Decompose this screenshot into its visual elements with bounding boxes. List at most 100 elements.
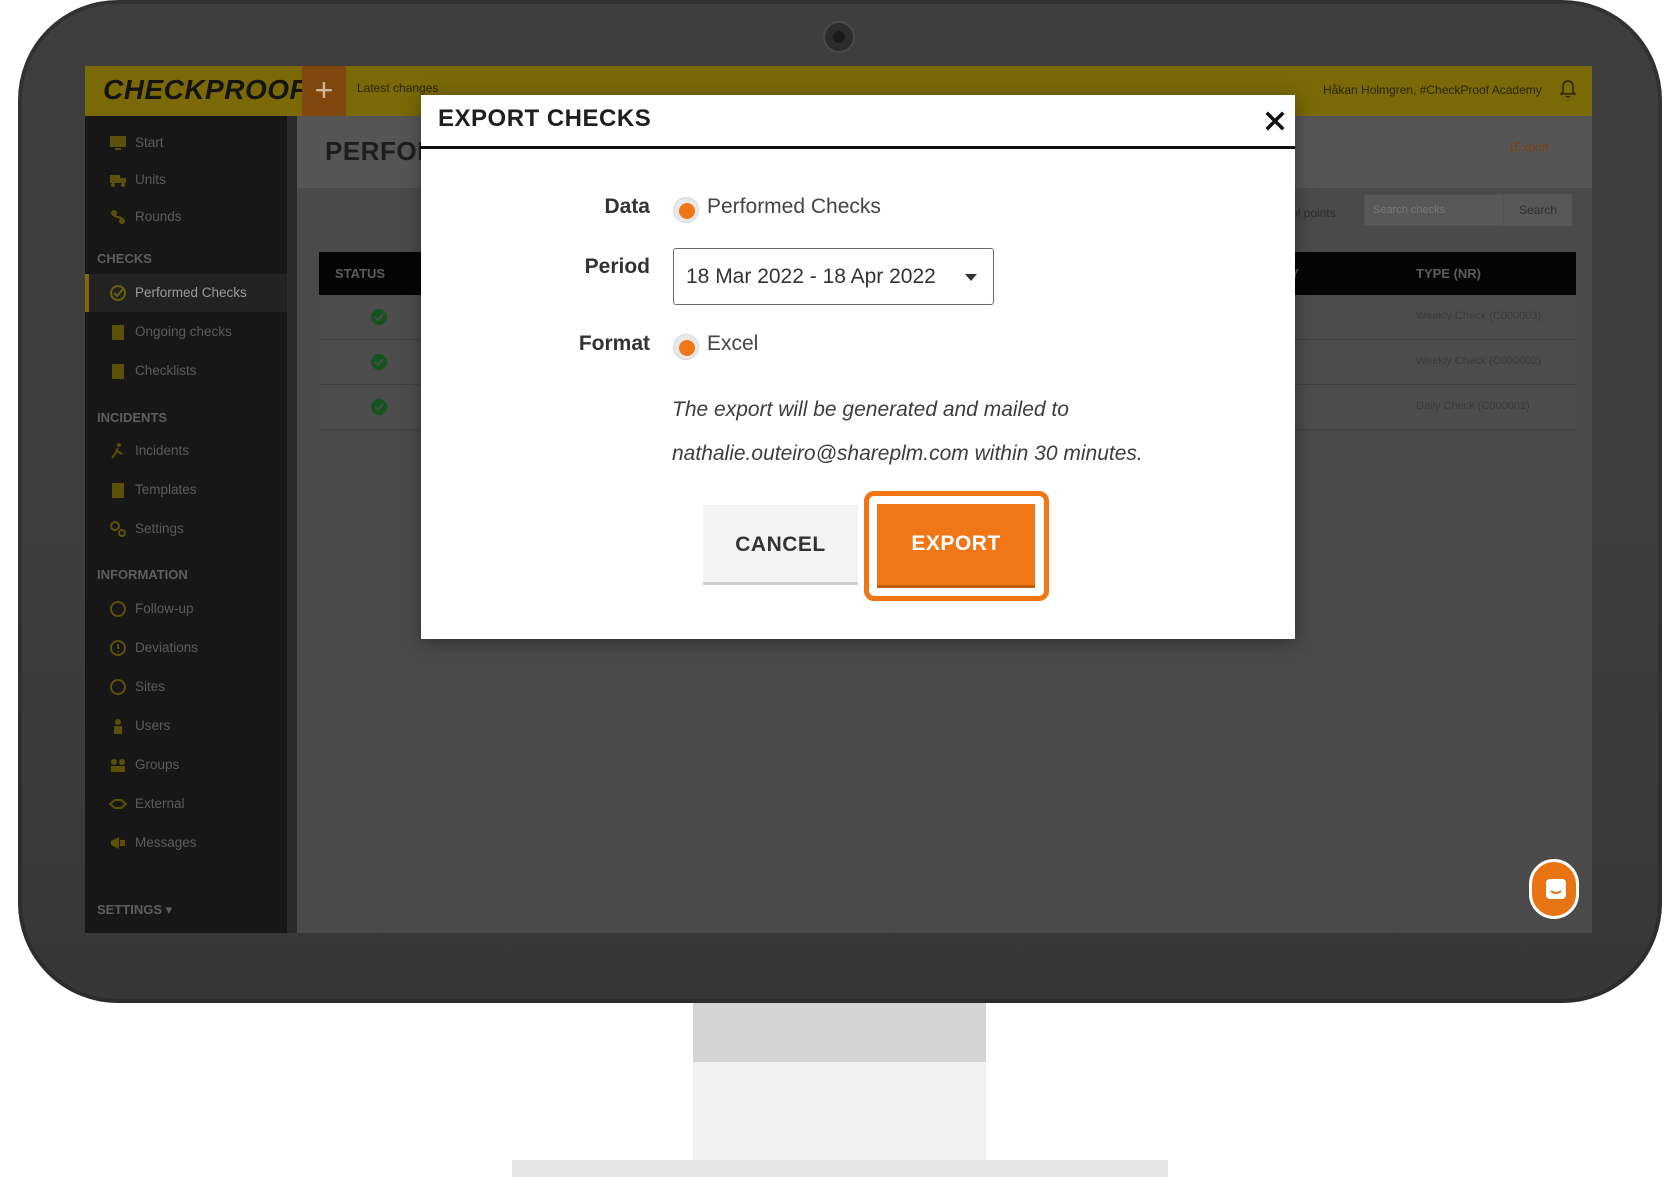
data-radio-label[interactable]: Performed Checks bbox=[707, 195, 881, 219]
check-status-icon bbox=[371, 354, 387, 370]
chevron-down-icon bbox=[965, 274, 977, 281]
data-label: Data bbox=[604, 195, 650, 218]
latest-changes-link[interactable]: Latest changes bbox=[357, 81, 438, 95]
sidebar-item-label: Start bbox=[135, 135, 164, 150]
group-icon bbox=[111, 759, 125, 772]
check-status-icon bbox=[371, 399, 387, 415]
add-button[interactable]: + bbox=[302, 66, 346, 116]
template-icon bbox=[112, 483, 124, 498]
data-radio-performed-checks[interactable] bbox=[673, 197, 699, 223]
cell-type: Daily Check (C000001) bbox=[1416, 400, 1530, 412]
bell-icon[interactable] bbox=[1560, 79, 1576, 99]
sidebar-item-label: Groups bbox=[135, 757, 180, 772]
sidebar-item-follow-up[interactable]: Follow-up bbox=[85, 590, 287, 628]
export-button[interactable]: EXPORT bbox=[877, 504, 1035, 588]
app-logo[interactable]: CHECKPROOF bbox=[103, 74, 307, 106]
sidebar-item-checklists[interactable]: Checklists bbox=[85, 352, 287, 390]
sidebar-item-label: Users bbox=[135, 718, 171, 733]
filters-bar: ol points Search checks Search bbox=[1291, 194, 1576, 240]
gears-icon bbox=[110, 521, 126, 537]
period-label: Period bbox=[584, 255, 650, 278]
sidebar-item-label: Follow-up bbox=[135, 601, 194, 616]
export-link-label: Export bbox=[1514, 140, 1549, 154]
monitor-icon bbox=[110, 136, 126, 150]
search-input[interactable]: Search checks bbox=[1364, 194, 1504, 226]
sidebar-section-checks: CHECKS bbox=[97, 251, 152, 266]
sidebar-item-label: Settings bbox=[135, 521, 184, 536]
checklist-icon bbox=[112, 364, 124, 379]
sidebar-item-settings[interactable]: Settings bbox=[85, 510, 287, 548]
sidebar-item-deviations[interactable]: Deviations bbox=[85, 629, 287, 667]
monitor-stand-base bbox=[512, 1160, 1168, 1177]
camera-icon bbox=[823, 21, 855, 53]
sidebar-item-label: Performed Checks bbox=[135, 285, 247, 300]
user-menu[interactable]: Håkan Holmgren, #CheckProof Academy bbox=[1323, 83, 1542, 97]
column-status[interactable]: STATUS bbox=[335, 266, 385, 281]
sidebar-item-groups[interactable]: Groups bbox=[85, 746, 287, 784]
stage: CHECKPROOF + Latest changes Håkan Holmgr… bbox=[0, 0, 1680, 1177]
handshake-icon bbox=[109, 799, 127, 809]
search-button[interactable]: Search bbox=[1504, 194, 1572, 226]
sidebar-item-label: External bbox=[135, 796, 185, 811]
sidebar: Start Units Rounds CHECKS Performed Chec… bbox=[85, 116, 287, 933]
format-radio-excel[interactable] bbox=[673, 334, 699, 360]
sidebar-item-ongoing-checks[interactable]: Ongoing checks bbox=[85, 313, 287, 351]
sidebar-item-label: Rounds bbox=[135, 209, 182, 224]
chevron-down-icon: ▾ bbox=[165, 902, 173, 917]
monitor-stand-neck bbox=[693, 1000, 986, 1062]
format-label: Format bbox=[578, 332, 650, 355]
search-placeholder: Search checks bbox=[1373, 204, 1446, 216]
sidebar-settings-toggle[interactable]: SETTINGS ▾ bbox=[97, 902, 172, 918]
dialog-title: EXPORT CHECKS bbox=[438, 105, 652, 132]
sidebar-item-users[interactable]: Users bbox=[85, 707, 287, 745]
sidebar-item-label: Units bbox=[135, 172, 166, 187]
period-value: 18 Mar 2022 - 18 Apr 2022 bbox=[686, 265, 936, 288]
sidebar-item-external[interactable]: External bbox=[85, 785, 287, 823]
sidebar-item-messages[interactable]: Messages bbox=[85, 824, 287, 862]
dialog-header: EXPORT CHECKS bbox=[421, 95, 1295, 149]
sidebar-item-label: Deviations bbox=[135, 640, 199, 655]
chat-icon bbox=[1546, 879, 1566, 899]
cell-type: Weekly Check (C000003) bbox=[1416, 310, 1542, 322]
export-note-line-1: The export will be generated and mailed … bbox=[672, 398, 1069, 421]
sidebar-item-sites[interactable]: Sites bbox=[85, 668, 287, 706]
column-type[interactable]: TYPE (NR) bbox=[1416, 266, 1481, 281]
period-dropdown[interactable]: 18 Mar 2022 - 18 Apr 2022 bbox=[673, 248, 994, 305]
globe-icon bbox=[110, 679, 126, 695]
sidebar-item-rounds[interactable]: Rounds bbox=[85, 198, 287, 236]
sidebar-item-start[interactable]: Start bbox=[85, 124, 287, 162]
cell-type: Weekly Check (C000002) bbox=[1416, 355, 1542, 367]
monitor-stand-neck-lower bbox=[693, 1060, 986, 1160]
truck-icon bbox=[110, 175, 126, 187]
export-checks-dialog: EXPORT CHECKS Data Performed Checks Peri… bbox=[421, 95, 1295, 639]
sidebar-item-units[interactable]: Units bbox=[85, 161, 287, 199]
control-points-filter[interactable]: ol points bbox=[1291, 206, 1336, 220]
format-radio-label[interactable]: Excel bbox=[707, 332, 758, 356]
export-note: The export will be generated and mailed … bbox=[672, 388, 1272, 476]
sidebar-item-label: Incidents bbox=[135, 443, 190, 458]
exclamation-icon bbox=[110, 640, 126, 656]
export-note-line-2: nathalie.outeiro@shareplm.com within 30 … bbox=[672, 442, 1143, 465]
fall-icon bbox=[111, 443, 123, 459]
sidebar-settings-label: SETTINGS bbox=[97, 902, 163, 917]
check-status-icon bbox=[371, 309, 387, 325]
clipboard-icon bbox=[112, 325, 124, 340]
user-icon bbox=[114, 719, 122, 734]
export-link[interactable]: ⤓Export bbox=[1509, 140, 1549, 155]
sidebar-item-incidents[interactable]: Incidents bbox=[85, 432, 287, 470]
sidebar-item-label: Sites bbox=[135, 679, 166, 694]
megaphone-icon bbox=[111, 837, 125, 849]
sidebar-item-label: Messages bbox=[135, 835, 197, 850]
sidebar-item-templates[interactable]: Templates bbox=[85, 471, 287, 509]
route-icon bbox=[111, 210, 125, 224]
close-icon[interactable] bbox=[1265, 111, 1285, 131]
sidebar-item-label: Ongoing checks bbox=[135, 324, 232, 339]
sidebar-section-incidents: INCIDENTS bbox=[97, 410, 168, 425]
sidebar-scrollbar[interactable] bbox=[287, 116, 297, 933]
cancel-button[interactable]: CANCEL bbox=[703, 505, 858, 585]
sidebar-item-label: Templates bbox=[135, 482, 197, 497]
sidebar-section-information: INFORMATION bbox=[97, 567, 188, 582]
sidebar-item-label: Checklists bbox=[135, 363, 197, 378]
sidebar-item-performed-checks[interactable]: Performed Checks bbox=[85, 274, 287, 312]
chat-button[interactable] bbox=[1529, 859, 1579, 919]
